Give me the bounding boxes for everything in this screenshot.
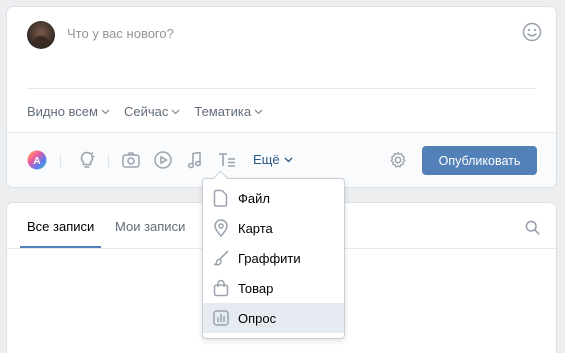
- poll-icon: [211, 308, 231, 328]
- art-icon[interactable]: A: [27, 150, 47, 170]
- menu-item-label: Граффити: [238, 250, 301, 266]
- menu-item-label: Карта: [238, 220, 273, 236]
- idea-icon[interactable]: [77, 150, 97, 170]
- chevron-down-icon: [284, 157, 293, 162]
- menu-item-label: Опрос: [238, 310, 277, 326]
- text-article-icon[interactable]: [217, 150, 237, 170]
- menu-item-product[interactable]: Товар: [203, 273, 344, 303]
- post-composer: Что у вас нового? Видно всем Сейчас Тема…: [7, 7, 556, 187]
- photo-icon[interactable]: [121, 150, 141, 170]
- map-pin-icon: [211, 218, 231, 238]
- music-icon[interactable]: [185, 150, 205, 170]
- toolbar-separator: [60, 155, 61, 167]
- bag-icon: [211, 278, 231, 298]
- menu-item-map[interactable]: Карта: [203, 213, 344, 243]
- post-input[interactable]: Что у вас нового?: [67, 26, 174, 41]
- chevron-down-icon: [171, 109, 180, 114]
- chevron-down-icon: [254, 109, 263, 114]
- topic-selector[interactable]: Тематика: [194, 104, 263, 119]
- emoji-icon[interactable]: [522, 22, 542, 42]
- divider: [27, 88, 536, 89]
- post-settings: Видно всем Сейчас Тематика: [27, 104, 263, 119]
- tab-my-posts[interactable]: Мои записи: [115, 219, 185, 234]
- search-icon[interactable]: [525, 220, 540, 235]
- more-attachments-menu: Файл Карта Граффити Товар Опрос: [202, 178, 345, 339]
- menu-item-poll[interactable]: Опрос: [203, 303, 344, 333]
- file-icon: [211, 188, 231, 208]
- tab-all-posts[interactable]: Все записи: [27, 219, 94, 234]
- user-avatar[interactable]: [27, 21, 55, 49]
- gear-icon[interactable]: [388, 150, 408, 170]
- menu-item-file[interactable]: Файл: [203, 183, 344, 213]
- svg-text:A: A: [33, 156, 40, 167]
- menu-item-label: Товар: [238, 280, 274, 296]
- toolbar-separator: [108, 155, 109, 167]
- chevron-down-icon: [101, 109, 110, 114]
- timing-selector[interactable]: Сейчас: [124, 104, 180, 119]
- visibility-label: Видно всем: [27, 104, 98, 119]
- video-icon[interactable]: [153, 150, 173, 170]
- menu-item-graffiti[interactable]: Граффити: [203, 243, 344, 273]
- timing-label: Сейчас: [123, 104, 169, 119]
- more-label: Ещё: [253, 152, 280, 167]
- active-tab-indicator: [20, 246, 101, 248]
- visibility-selector[interactable]: Видно всем: [27, 104, 110, 119]
- menu-item-label: Файл: [238, 190, 270, 206]
- publish-button[interactable]: Опубликовать: [422, 146, 537, 175]
- topic-label: Тематика: [194, 104, 252, 119]
- brush-icon: [211, 248, 231, 268]
- more-attachments-button[interactable]: Ещё: [253, 152, 293, 167]
